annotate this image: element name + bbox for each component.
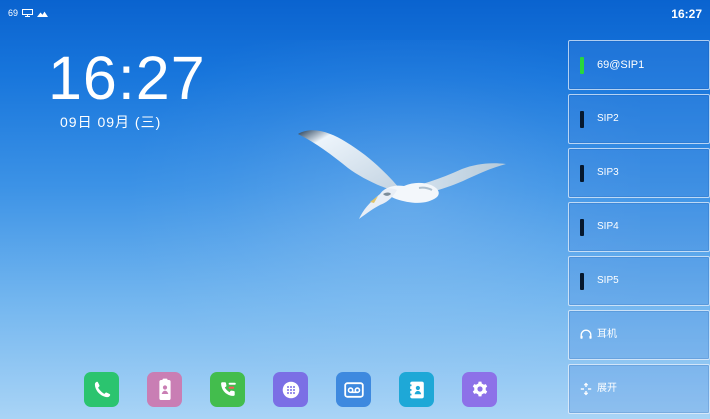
line-key-label: SIP4	[597, 221, 619, 232]
line-key-sip5[interactable]: SIP5	[568, 256, 710, 306]
line-status-indicator	[580, 219, 584, 236]
app-dock	[84, 370, 498, 412]
account-number: 69	[8, 8, 19, 18]
status-icons: 69	[8, 8, 49, 18]
line-status-indicator	[580, 57, 584, 74]
line-key-expand[interactable]: 展开	[568, 364, 710, 414]
status-clock: 16:27	[671, 7, 702, 21]
line-key-headset[interactable]: 耳机	[568, 310, 710, 360]
contacts-card-app-button[interactable]	[147, 372, 182, 407]
line-status-indicator	[580, 111, 584, 128]
phone-app-button[interactable]	[84, 372, 119, 407]
line-key-sip4[interactable]: SIP4	[568, 202, 710, 252]
seagull-image	[298, 130, 506, 219]
line-key-label: SIP3	[597, 167, 619, 178]
status-bar: 69 16:27	[0, 0, 710, 26]
call-history-icon	[220, 381, 236, 396]
clock-widget: 16:27 09日 09月 (三)	[48, 44, 228, 131]
expand-icon	[579, 382, 593, 396]
expand-label: 展开	[597, 383, 617, 394]
line-key-sip2[interactable]: SIP2	[568, 94, 710, 144]
directory-icon	[408, 381, 424, 398]
line-status-indicator	[580, 273, 584, 290]
phone-home-screen: 69 16:27 16:27 09日 09月 (三) 69@SIP1 SIP2 …	[0, 0, 710, 419]
line-key-panel: 69@SIP1 SIP2 SIP3 SIP4 SIP5 耳机 展开	[568, 40, 710, 419]
apps-grid-button[interactable]	[273, 372, 308, 407]
line-key-sip3[interactable]: SIP3	[568, 148, 710, 198]
settings-app-button[interactable]	[462, 372, 497, 407]
clock-date: 09日 09月 (三)	[60, 114, 162, 130]
monitor-icon	[22, 9, 34, 17]
settings-gear-icon	[472, 381, 487, 396]
line-key-label: SIP5	[597, 275, 619, 286]
mountain-icon	[37, 11, 49, 17]
directory-app-button[interactable]	[399, 372, 434, 407]
phone-icon	[94, 381, 110, 397]
voicemail-icon	[343, 381, 364, 398]
line-status-indicator	[580, 165, 584, 182]
headset-icon	[579, 328, 593, 342]
line-key-label: SIP2	[597, 113, 619, 124]
call-history-app-button[interactable]	[210, 372, 245, 407]
contacts-card-icon	[158, 378, 171, 400]
voicemail-app-button[interactable]	[336, 372, 371, 407]
line-key-label: 69@SIP1	[597, 59, 645, 71]
clock-time: 16:27	[48, 44, 206, 112]
apps-grid-icon	[282, 381, 299, 398]
line-key-sip1[interactable]: 69@SIP1	[568, 40, 710, 90]
headset-label: 耳机	[597, 329, 617, 340]
